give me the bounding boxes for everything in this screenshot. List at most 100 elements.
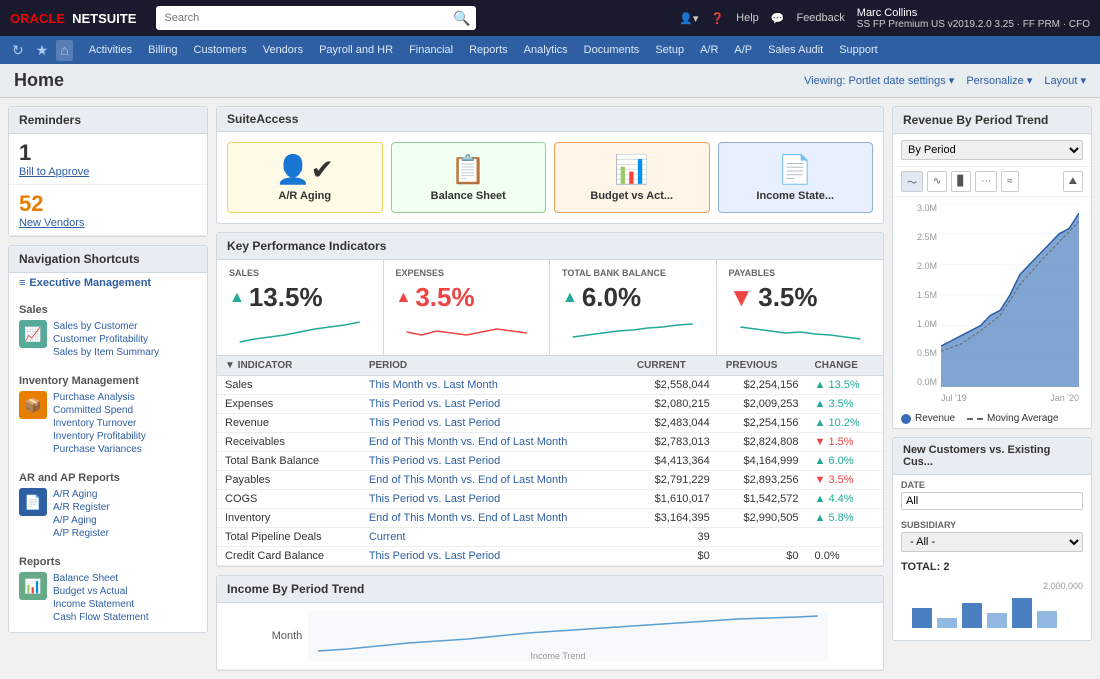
suite-item-balance-sheet[interactable]: 📋 Balance Sheet bbox=[391, 142, 547, 213]
arap-icon: 📄 bbox=[19, 488, 47, 516]
kpi-payables-arrow: ▼ bbox=[729, 282, 755, 313]
sales-by-item-link[interactable]: Sales by Item Summary bbox=[53, 346, 159, 359]
legend-moving-avg: Moving Average bbox=[967, 413, 1059, 424]
feedback-icon[interactable]: 💬 bbox=[771, 12, 785, 25]
cell-period[interactable]: Current bbox=[361, 528, 629, 547]
help-icon[interactable]: ❓ bbox=[710, 12, 724, 25]
suite-item-income[interactable]: 📄 Income State... bbox=[718, 142, 874, 213]
chart-container: 3.0M 2.5M 2.0M 1.5M 1.0M 0.5M 0.0M bbox=[905, 203, 1079, 403]
sort-icon[interactable]: ▼ bbox=[225, 360, 235, 371]
customer-profitability-link[interactable]: Customer Profitability bbox=[53, 333, 159, 346]
personalize-btn[interactable]: Personalize ▾ bbox=[966, 74, 1032, 87]
nav-support[interactable]: Support bbox=[831, 40, 886, 60]
nav-financial[interactable]: Financial bbox=[401, 40, 461, 60]
nav-ap[interactable]: A/P bbox=[726, 40, 760, 60]
y-label-1m: 1.0M bbox=[917, 319, 937, 329]
reminder-link-1[interactable]: New Vendors bbox=[19, 217, 197, 229]
y-label-0m: 0.0M bbox=[917, 377, 937, 387]
kpi-sales-arrow: ▲ bbox=[229, 289, 245, 307]
revenue-chart-header: Revenue By Period Trend bbox=[893, 107, 1091, 134]
purchase-variances-link[interactable]: Purchase Variances bbox=[53, 443, 146, 456]
center-panel: SuiteAccess 👤✔ A/R Aging 📋 Balance Sheet… bbox=[216, 106, 884, 671]
home-icon[interactable]: ⌂ bbox=[56, 40, 72, 61]
committed-spend-link[interactable]: Committed Spend bbox=[53, 404, 146, 417]
cell-period[interactable]: End of This Month vs. End of Last Month bbox=[361, 433, 629, 452]
nav-payroll[interactable]: Payroll and HR bbox=[311, 40, 401, 60]
nav-vendors[interactable]: Vendors bbox=[255, 40, 311, 60]
inventory-turnover-link[interactable]: Inventory Turnover bbox=[53, 417, 146, 430]
ap-register-link[interactable]: A/P Register bbox=[53, 527, 110, 540]
right-panel: Revenue By Period Trend By Period By Mon… bbox=[892, 106, 1092, 671]
cell-period[interactable]: This Period vs. Last Period bbox=[361, 414, 629, 433]
legend-moving-avg-label: Moving Average bbox=[987, 413, 1059, 424]
ar-aging-link[interactable]: A/R Aging bbox=[53, 488, 110, 501]
cell-period[interactable]: This Period vs. Last Period bbox=[361, 452, 629, 471]
nav-customers[interactable]: Customers bbox=[186, 40, 255, 60]
sales-by-customer-link[interactable]: Sales by Customer bbox=[53, 320, 159, 333]
favorites-icon[interactable]: ★ bbox=[32, 40, 53, 61]
cell-indicator: Payables bbox=[217, 471, 361, 490]
profile-icon[interactable]: 👤▾ bbox=[679, 12, 698, 25]
chart-area-btn[interactable]: 〜 bbox=[901, 171, 923, 192]
subsidiary-filter-select[interactable]: - All - bbox=[901, 532, 1083, 552]
sales-icon: 📈 bbox=[19, 320, 47, 348]
reminder-link-0[interactable]: Bill to Approve bbox=[19, 166, 197, 178]
cell-period[interactable]: End of This Month vs. End of Last Month bbox=[361, 471, 629, 490]
table-row: Expenses This Period vs. Last Period $2,… bbox=[217, 395, 883, 414]
viewing-portlet-btn[interactable]: Viewing: Portlet date settings ▾ bbox=[804, 74, 954, 87]
feedback-label[interactable]: Feedback bbox=[796, 12, 844, 24]
cell-period[interactable]: This Period vs. Last Period bbox=[361, 547, 629, 566]
inventory-icon: 📦 bbox=[19, 391, 47, 419]
reminders-title: Reminders bbox=[9, 107, 207, 134]
suite-item-budget[interactable]: 📊 Budget vs Act... bbox=[554, 142, 710, 213]
chart-area2-btn[interactable]: ≈ bbox=[1001, 171, 1019, 192]
nav-ar[interactable]: A/R bbox=[692, 40, 726, 60]
col-change: CHANGE bbox=[807, 356, 883, 376]
chart-zoom-btn[interactable]: ⛰ bbox=[1063, 171, 1083, 192]
chart-line-btn[interactable]: ∿ bbox=[927, 171, 947, 192]
suite-item-ar-aging[interactable]: 👤✔ A/R Aging bbox=[227, 142, 383, 213]
purchase-analysis-link[interactable]: Purchase Analysis bbox=[53, 391, 146, 404]
cell-period[interactable]: This Period vs. Last Period bbox=[361, 395, 629, 414]
cell-period[interactable]: This Period vs. Last Period bbox=[361, 490, 629, 509]
search-box[interactable]: 🔍 bbox=[156, 6, 476, 30]
search-input[interactable] bbox=[156, 6, 476, 30]
help-label[interactable]: Help bbox=[736, 12, 759, 24]
nav-documents[interactable]: Documents bbox=[576, 40, 648, 60]
nav-billing[interactable]: Billing bbox=[140, 40, 185, 60]
inventory-profitability-link[interactable]: Inventory Profitability bbox=[53, 430, 146, 443]
nav-sales-audit[interactable]: Sales Audit bbox=[760, 40, 831, 60]
cell-period[interactable]: End of This Month vs. End of Last Month bbox=[361, 509, 629, 528]
kpi-payables-value: ▼ 3.5% bbox=[729, 282, 872, 313]
layout-btn[interactable]: Layout ▾ bbox=[1044, 74, 1086, 87]
nav-section-reports: Reports 📊 Balance Sheet Budget vs Actual… bbox=[9, 548, 207, 632]
table-row: Payables End of This Month vs. End of La… bbox=[217, 471, 883, 490]
budget-vs-actual-link[interactable]: Budget vs Actual bbox=[53, 585, 149, 598]
chart-scatter-btn[interactable]: ⋯ bbox=[975, 171, 997, 192]
cell-indicator: Revenue bbox=[217, 414, 361, 433]
cash-flow-link[interactable]: Cash Flow Statement bbox=[53, 611, 149, 624]
cell-period[interactable]: This Month vs. Last Month bbox=[361, 376, 629, 395]
reports-section-title: Reports bbox=[19, 556, 197, 568]
chart-bar-btn[interactable]: ▊ bbox=[951, 171, 971, 192]
balance-sheet-link[interactable]: Balance Sheet bbox=[53, 572, 149, 585]
date-filter-input[interactable] bbox=[901, 492, 1083, 510]
nav-activities[interactable]: Activities bbox=[81, 40, 140, 60]
user-block: Marc Collins SS FP Premium US v2019.2.0 … bbox=[857, 7, 1090, 30]
topbar: ORACLE NETSUITE 🔍 👤▾ ❓ Help 💬 Feedback M… bbox=[0, 0, 1100, 36]
table-row: Sales This Month vs. Last Month $2,558,0… bbox=[217, 376, 883, 395]
nav-setup[interactable]: Setup bbox=[647, 40, 692, 60]
nav-analytics[interactable]: Analytics bbox=[516, 40, 576, 60]
income-trend-card: Income By Period Trend Month Income Tren… bbox=[216, 575, 884, 671]
income-statement-link[interactable]: Income Statement bbox=[53, 598, 149, 611]
cell-change: 0.0% bbox=[807, 547, 883, 566]
executive-management-link[interactable]: ≡ Executive Management bbox=[19, 277, 197, 289]
recent-icon[interactable]: ↻ bbox=[8, 40, 28, 61]
ar-register-link[interactable]: A/R Register bbox=[53, 501, 110, 514]
ap-aging-link[interactable]: A/P Aging bbox=[53, 514, 110, 527]
kpi-expenses-arrow: ▲ bbox=[396, 289, 412, 307]
revenue-period-select[interactable]: By Period By Month By Quarter bbox=[901, 140, 1083, 160]
cell-change: ▲ 5.8% bbox=[807, 509, 883, 528]
nav-reports[interactable]: Reports bbox=[461, 40, 516, 60]
reminder-item-1: 52 New Vendors bbox=[9, 185, 207, 236]
